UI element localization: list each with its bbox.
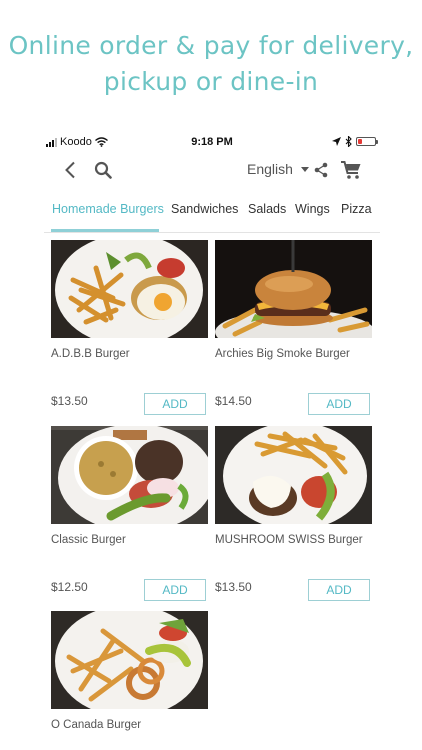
- clock: 9:18 PM: [191, 136, 233, 148]
- promo-headline-line-2: pickup or dine-in: [103, 67, 319, 96]
- menu-item-price: $13.50: [51, 394, 88, 408]
- language-selector[interactable]: English: [247, 161, 309, 177]
- menu-item-photo[interactable]: [51, 611, 208, 709]
- menu-item-card[interactable]: Classic Burger $12.50 ADD: [51, 426, 208, 601]
- share-button[interactable]: [312, 155, 330, 185]
- share-icon: [314, 162, 328, 178]
- menu-item-price: $12.50: [51, 580, 88, 594]
- promo-headline-line-1: Online order & pay for delivery,: [8, 31, 414, 60]
- language-label: English: [247, 161, 293, 177]
- menu-item-name: Classic Burger: [51, 534, 126, 546]
- menu-item-photo[interactable]: [215, 240, 372, 338]
- add-to-cart-button[interactable]: ADD: [308, 579, 370, 601]
- menu-item-price: $14.50: [215, 394, 252, 408]
- back-button[interactable]: [60, 155, 80, 185]
- search-button[interactable]: [92, 155, 114, 185]
- cart-icon: [341, 161, 361, 179]
- tab-homemade-burgers[interactable]: Homemade Burgers: [52, 202, 164, 216]
- cart-button[interactable]: [338, 155, 364, 185]
- tab-wings[interactable]: Wings: [295, 202, 330, 216]
- menu-item-name: A.D.B.B Burger: [51, 348, 130, 360]
- battery-icon: [356, 137, 378, 146]
- tab-sandwiches[interactable]: Sandwiches: [171, 202, 238, 216]
- bluetooth-icon: [345, 136, 352, 147]
- status-bar: Koodo 9:18 PM: [44, 134, 380, 152]
- dropdown-caret-icon: [300, 166, 309, 172]
- menu-item-price: $13.50: [215, 580, 252, 594]
- battery-level: [358, 139, 362, 144]
- menu-item-card[interactable]: Archies Big Smoke Burger $14.50 ADD: [215, 240, 372, 415]
- menu-item-name: Archies Big Smoke Burger: [215, 348, 350, 360]
- menu-item-card[interactable]: MUSHROOM SWISS Burger $13.50 ADD: [215, 426, 372, 601]
- add-to-cart-button[interactable]: ADD: [144, 393, 206, 415]
- menu-item-photo[interactable]: [51, 426, 208, 524]
- menu-item-photo[interactable]: [215, 426, 372, 524]
- search-icon: [94, 161, 112, 179]
- location-arrow-icon: [332, 137, 341, 146]
- menu-item-photo[interactable]: [51, 240, 208, 338]
- add-to-cart-button[interactable]: ADD: [144, 579, 206, 601]
- active-tab-indicator: [51, 229, 159, 232]
- tab-pizza[interactable]: Pizza: [341, 202, 372, 216]
- status-bar-right: [332, 136, 378, 147]
- promo-headline: Online order & pay for delivery, pickup …: [0, 28, 422, 100]
- category-tabs: Homemade Burgers Sandwiches Salads Wings…: [44, 200, 380, 233]
- add-to-cart-button[interactable]: ADD: [308, 393, 370, 415]
- back-arrow-icon: [65, 161, 75, 179]
- tab-salads[interactable]: Salads: [248, 202, 286, 216]
- nav-bar: English: [44, 155, 380, 185]
- menu-item-name: O Canada Burger: [51, 719, 142, 731]
- menu-item-name: MUSHROOM SWISS Burger: [215, 534, 363, 546]
- menu-item-card[interactable]: O Canada Burger: [51, 611, 208, 731]
- menu-item-card[interactable]: A.D.B.B Burger $13.50 ADD: [51, 240, 208, 415]
